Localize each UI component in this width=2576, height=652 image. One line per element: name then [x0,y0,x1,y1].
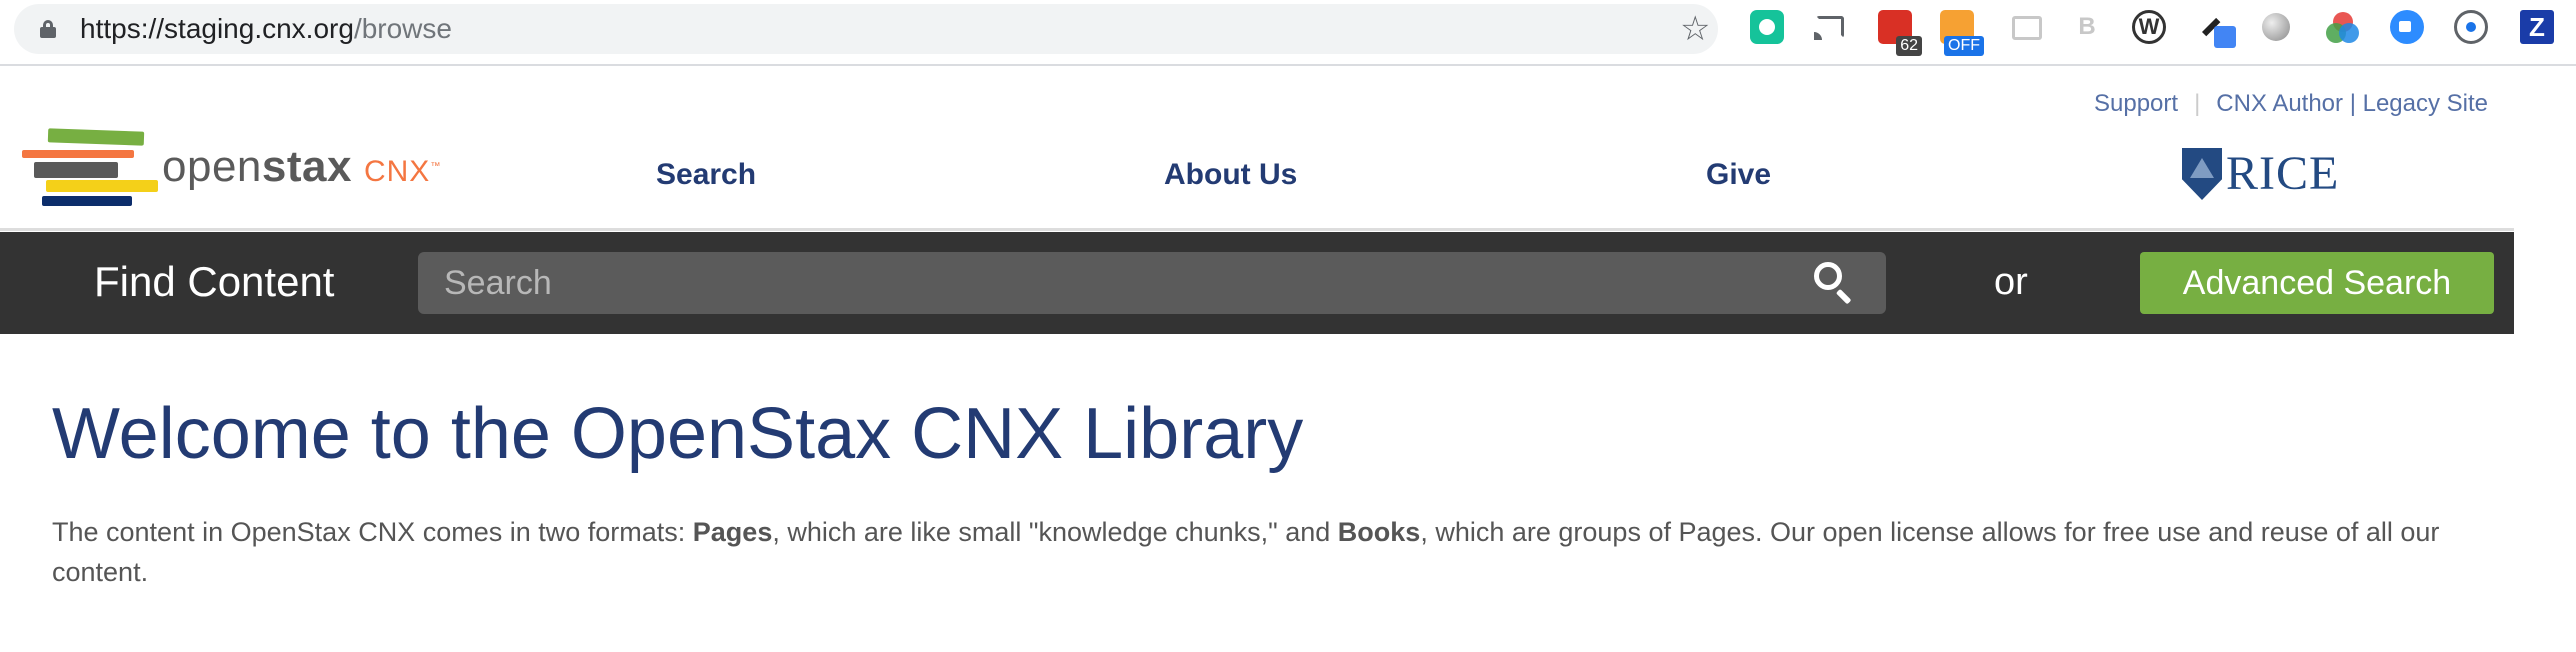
or-label: or [1994,261,2028,303]
intro-text-1: The content in OpenStax CNX comes in two… [52,517,693,547]
utility-links: Support | CNX Author | Legacy Site [2094,90,2488,118]
page-title: Welcome to the OpenStax CNX Library [52,394,1304,474]
cast-icon[interactable] [1812,10,1846,44]
legacy-separator: | [2349,90,2356,117]
grammarly-extension-icon[interactable] [1750,10,1784,44]
logo-bar-gray [34,162,118,178]
zoom-extension-icon[interactable] [2390,10,2424,44]
intro-pages-bold: Pages [692,517,773,547]
off-badge: OFF [1944,36,1984,56]
logo-wordmark: openstax CNX™ [162,142,441,197]
url-host: https://staging.cnx.org [80,13,354,44]
lock-icon[interactable] [40,20,56,38]
find-content-bar: Find Content or Advanced Search [0,232,2514,334]
openstax-cnx-logo[interactable]: openstax CNX™ [22,128,442,208]
intro-paragraph: The content in OpenStax CNX comes in two… [52,512,2492,592]
nav-search[interactable]: Search [656,158,756,192]
rgb-circles-extension-icon[interactable] [2326,10,2360,44]
legacy-site-link[interactable]: Legacy Site [2363,90,2488,118]
nav-about-us[interactable]: About Us [1164,158,1297,192]
logo-tm: ™ [430,161,441,172]
url-path: /browse [353,13,452,44]
color-picker-extension-icon[interactable] [2200,10,2236,48]
bookmark-star-icon[interactable]: ☆ [1680,12,1710,46]
intro-books-bold: Books [1337,517,1421,547]
find-content-title: Find Content [94,258,335,305]
w-extension-icon[interactable]: W [2132,10,2166,44]
calendar-extension-icon[interactable]: 62 [1878,10,1922,56]
cnx-author-link[interactable]: CNX Author [2216,90,2343,118]
logo-bar-green [47,128,145,146]
intro-text-2: , which are like small "knowledge chunks… [772,517,1338,547]
header-divider [0,228,2514,231]
nav-give[interactable]: Give [1706,158,1771,192]
calendar-badge: 62 [1896,36,1922,56]
browser-toolbar: https://staging.cnx.org/browse ☆ 62 OFF … [0,0,2576,66]
search-icon[interactable] [1808,258,1860,308]
b-extension-icon[interactable]: B [2070,10,2104,44]
chat-extension-icon[interactable] [2008,10,2042,44]
rice-shield-icon [2182,148,2222,200]
logo-stax: stax [261,142,352,191]
off-extension-icon[interactable]: OFF [1940,10,1984,56]
orb-extension-icon[interactable] [2262,13,2290,41]
logo-bar-yellow [46,180,158,192]
utility-divider: | [2194,90,2201,117]
logo-bar-orange [22,150,134,158]
logo-bar-navy [42,196,132,206]
eye-extension-icon[interactable] [2454,10,2488,44]
advanced-search-button[interactable]: Advanced Search [2140,252,2494,314]
z-extension-icon[interactable]: Z [2520,10,2554,44]
rice-logo[interactable]: RICE [2182,148,2338,204]
search-input[interactable] [418,252,1886,314]
support-link[interactable]: Support [2094,90,2178,118]
url-text[interactable]: https://staging.cnx.org/browse [80,14,452,44]
rice-wordmark: RICE [2226,147,2340,200]
address-bar[interactable]: https://staging.cnx.org/browse ☆ [14,4,1718,54]
logo-cnx: CNX [363,155,431,188]
logo-open: open [162,142,262,191]
